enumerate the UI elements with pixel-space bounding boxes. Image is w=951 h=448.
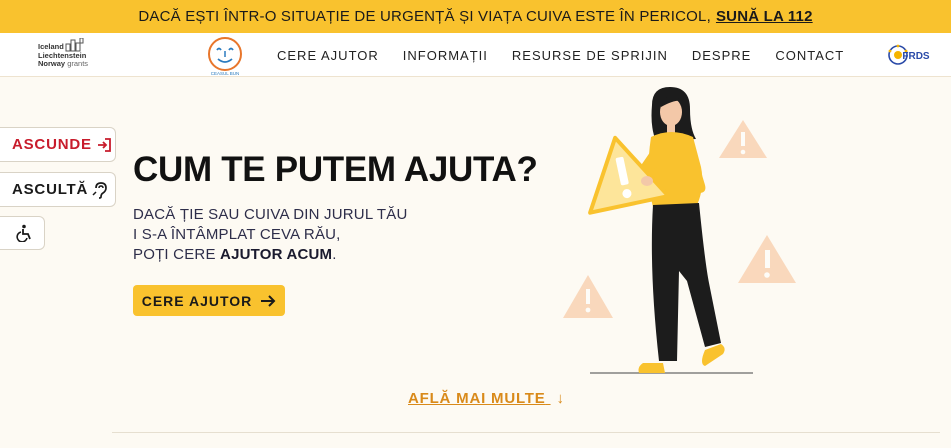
page-title: CUM TE PUTEM AJUTA? [133, 150, 538, 189]
call-112-link[interactable]: SUNĂ LA 112 [716, 8, 813, 25]
brand-logo[interactable]: CEASUL BUN [205, 36, 245, 76]
warning-triangle-icon [738, 235, 796, 283]
learn-more-link[interactable]: AFLĂ MAI MULTE ↓ [408, 390, 565, 407]
eea-grants-mark-icon [65, 38, 84, 52]
hero-description: DACĂ ȚIE SAU CUIVA DIN JURUL TĂU I S-A Î… [133, 206, 408, 263]
brand-face-icon: CEASUL BUN [208, 37, 242, 76]
listen-label: ASCULTĂ [12, 181, 89, 198]
frds-logo-mark-icon: FRDS [888, 44, 930, 65]
menu-item-resurse[interactable]: RESURSE DE SPRIJIN [512, 48, 668, 63]
accessibility-button[interactable] [0, 216, 45, 250]
learn-more-label: AFLĂ MAI MULTE [408, 390, 546, 407]
hearing-icon [92, 181, 108, 199]
main-navigation: Iceland Liechtenstein Norway grants CEAS… [0, 33, 951, 77]
menu-item-contact[interactable]: CONTACT [775, 48, 844, 63]
eea-grants-logo[interactable]: Iceland Liechtenstein Norway grants [38, 37, 98, 73]
menu: CERE AJUTOR INFORMAȚII RESURSE DE SPRIJI… [277, 33, 868, 77]
exit-arrow-icon [97, 137, 111, 152]
warning-triangle-icon [563, 275, 613, 318]
svg-text:CEASUL BUN: CEASUL BUN [211, 71, 240, 76]
wheelchair-icon [16, 224, 31, 242]
arrow-right-icon [261, 294, 276, 307]
woman-with-warning-signs-illustration [563, 87, 796, 374]
listen-button[interactable]: ASCULTĂ [0, 172, 116, 207]
frds-logo[interactable]: FRDS [886, 41, 930, 69]
arrow-down-icon: ↓ [556, 390, 565, 407]
emergency-banner-text: DACĂ EȘTI ÎNTR-O SITUAȚIE DE URGENȚĂ ȘI … [138, 8, 711, 25]
emergency-banner: DACĂ EȘTI ÎNTR-O SITUAȚIE DE URGENȚĂ ȘI … [0, 0, 951, 33]
menu-item-informatii[interactable]: INFORMAȚII [403, 48, 488, 63]
hide-site-label: ASCUNDE [12, 136, 92, 153]
menu-item-cere-ajutor[interactable]: CERE AJUTOR [277, 48, 379, 63]
cere-ajutor-label: CERE AJUTOR [141, 292, 253, 309]
cere-ajutor-button[interactable]: CERE AJUTOR [133, 285, 285, 316]
warning-triangle-icon [719, 120, 767, 158]
svg-text:FRDS: FRDS [902, 51, 930, 62]
hide-site-button[interactable]: ASCUNDE [0, 127, 116, 162]
section-divider [112, 432, 940, 433]
menu-item-despre[interactable]: DESPRE [692, 48, 751, 63]
